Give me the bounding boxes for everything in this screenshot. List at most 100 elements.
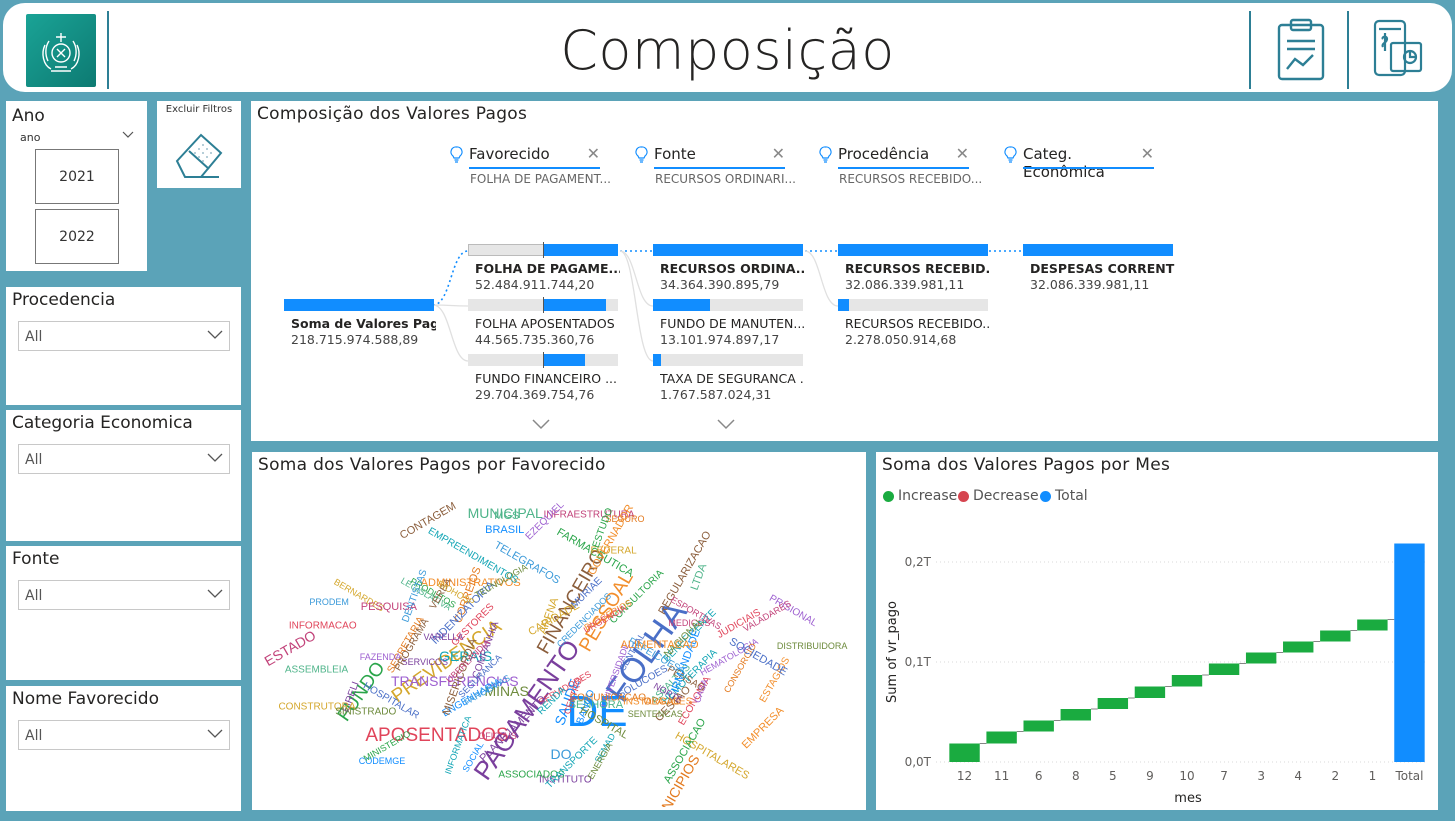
filter-procedencia-label: Procedencia [12, 290, 116, 310]
node-bar [543, 354, 585, 366]
wordcloud-title: Soma dos Valores Pagos por Favorecido [258, 455, 606, 475]
favorecido-dropdown[interactable]: All [18, 720, 230, 750]
chevron-down-icon[interactable] [717, 419, 735, 431]
filter-fonte: Fonte All [6, 546, 241, 680]
waterfall-bar [1171, 675, 1203, 687]
node-bar [653, 354, 661, 366]
node-value: 32.086.339.981,11 [1030, 277, 1150, 292]
categoria-dropdown-value: All [25, 452, 43, 468]
node-divider [543, 297, 544, 313]
wordcloud-word[interactable]: EMPRESA [740, 704, 787, 751]
x-tick-label: 8 [1072, 769, 1080, 783]
node-label: RECURSOS RECEBIDO... [845, 316, 990, 331]
node-value: 29.704.369.754,76 [475, 387, 595, 402]
waterfall-bar [1023, 720, 1054, 732]
node-label: FUNDO FINANCEIRO ... [475, 371, 617, 386]
wordcloud-word[interactable]: VARELLA [424, 632, 464, 642]
waterfall-bar [986, 731, 1017, 744]
wordcloud-word[interactable]: SENTENCAS [628, 709, 683, 719]
wordcloud: DE FOLHA PAGAMENTO APOSENTADOS PESSOAL FUNDO P… [252, 482, 866, 807]
page-title: Composição [560, 19, 895, 82]
x-tick-label: 6 [1035, 769, 1043, 783]
x-tick-label: Total [1394, 769, 1423, 783]
node-value: 52.484.911.744,20 [475, 277, 595, 292]
wordcloud-word[interactable]: BRASIL [485, 524, 524, 536]
node-bar [838, 244, 988, 256]
node-label: RECURSOS RECEBID... [845, 261, 990, 276]
waterfall-bar [949, 743, 980, 762]
procedencia-dropdown[interactable]: All [18, 321, 230, 351]
wordcloud-word[interactable]: DISTRIBUIDORA [777, 641, 848, 651]
header-divider [1347, 11, 1349, 89]
filter-categoria: Categoria Economica All [6, 410, 241, 541]
x-tick-label: 3 [1257, 769, 1265, 783]
chevron-down-icon[interactable] [532, 419, 550, 431]
wordcloud-word[interactable]: INFORMACAO [289, 620, 357, 631]
filter-categoria-label: Categoria Economica [12, 413, 193, 433]
procedencia-dropdown-value: All [25, 329, 43, 345]
report-clipboard-icon[interactable] [1273, 17, 1333, 83]
clear-filters-button[interactable]: Excluir Filtros [157, 101, 241, 188]
y-tick-label: 0,1T [905, 655, 932, 669]
wordcloud-word[interactable]: PRODEM [309, 597, 349, 607]
node-track [653, 354, 803, 366]
chevron-down-icon [207, 330, 223, 339]
node-value: 2.278.050.914,68 [845, 332, 957, 347]
node-label: RECURSOS ORDINA... [660, 261, 805, 276]
waterfall-bar [1394, 543, 1425, 762]
node-bar [1023, 244, 1173, 256]
node-value: 1.767.587.024,31 [660, 387, 772, 402]
wordcloud-word[interactable]: ALIMENTACAO [620, 639, 698, 651]
x-tick-label: 10 [1179, 769, 1194, 783]
node-label: FOLHA APOSENTADOS [475, 316, 615, 331]
node-bar [543, 244, 618, 256]
filter-ano: Ano ano 2021 2022 [6, 101, 147, 271]
waterfall-bar [1208, 663, 1240, 675]
node-bar [284, 299, 434, 311]
node-value: 34.364.390.895,79 [660, 277, 780, 292]
categoria-dropdown[interactable]: All [18, 444, 230, 474]
fonte-dropdown[interactable]: All [18, 580, 230, 610]
financial-report-icon[interactable] [1369, 17, 1429, 83]
header-divider [1249, 11, 1251, 89]
chevron-down-icon[interactable] [122, 131, 134, 139]
wordcloud-word[interactable]: ASSEMBLEIA [285, 665, 348, 676]
node-value: 13.101.974.897,17 [660, 332, 780, 347]
waterfall-bar [1097, 698, 1129, 709]
wordcloud-panel: Soma dos Valores Pagos por Favorecido DE… [252, 452, 866, 810]
wordcloud-word[interactable]: ESTADO [262, 627, 319, 669]
waterfall-bar [1134, 686, 1166, 698]
node-value: 218.715.974.588,89 [291, 332, 419, 347]
wordcloud-word[interactable]: SINISTRADO [335, 707, 396, 718]
node-track [838, 299, 988, 311]
y-axis-title: Sum of vr_pago [885, 601, 900, 703]
clear-filters-label: Excluir Filtros [165, 104, 233, 115]
node-label: Soma de Valores Pagos [291, 316, 436, 331]
x-tick-label: 11 [994, 769, 1009, 783]
y-tick-label: 0,2T [905, 555, 932, 569]
filter-fonte-label: Fonte [12, 549, 60, 569]
node-value: 44.565.735.360,76 [475, 332, 595, 347]
eraser-icon [175, 133, 223, 178]
node-label: TAXA DE SEGURANCA ... [660, 371, 805, 386]
x-tick-label: 1 [1369, 769, 1377, 783]
x-axis-title: mes [1174, 791, 1202, 806]
waterfall-bar [1283, 641, 1314, 653]
node-value: 32.086.339.981,11 [845, 277, 965, 292]
node-bar [838, 299, 849, 311]
year-option-2022[interactable]: 2022 [35, 209, 119, 264]
node-bar [653, 244, 803, 256]
decomposition-tree: Composição dos Valores Pagos Favorecido … [251, 101, 1438, 441]
filter-procedencia: Procedencia All [6, 287, 241, 405]
waterfall-bar [1060, 709, 1091, 721]
x-tick-label: 2 [1331, 769, 1339, 783]
chevron-down-icon [207, 453, 223, 462]
waterfall-bar [1245, 652, 1277, 664]
x-tick-label: 9 [1146, 769, 1154, 783]
node-bar [543, 299, 606, 311]
filter-ano-field: ano [20, 131, 41, 144]
page-header: Composição [3, 3, 1452, 92]
wordcloud-word[interactable]: MGS [494, 510, 519, 522]
year-option-2021[interactable]: 2021 [35, 149, 119, 204]
x-tick-label: 5 [1109, 769, 1117, 783]
